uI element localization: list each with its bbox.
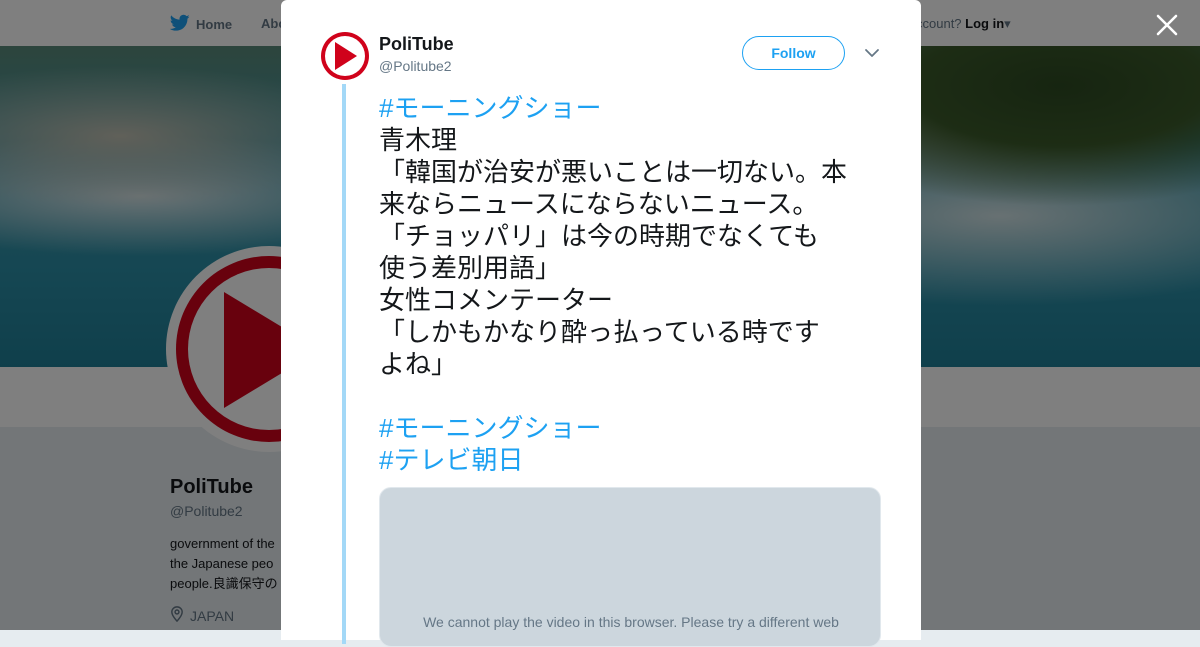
tweet-author-name[interactable]: PoliTube xyxy=(379,34,454,55)
follow-button[interactable]: Follow xyxy=(742,36,845,70)
tweet-text-line: 「韓国が治安が悪いことは一切ない。本 xyxy=(379,157,848,187)
tweet-text-line: 来ならニュースにならないニュース。 xyxy=(379,189,819,219)
tweet-text-line xyxy=(379,380,889,412)
tweet-text-line: 使う差別用語」 xyxy=(379,253,562,283)
video-error-message: We cannot play the video in this browser… xyxy=(423,614,839,630)
tweet-text-line: よね」 xyxy=(379,349,458,379)
tweet-text-line: 「チョッパリ」は今の時期でなくても xyxy=(379,221,819,251)
tweet-text-line: 「しかもかなり酔っ払っている時です xyxy=(379,317,820,347)
chevron-down-icon[interactable] xyxy=(863,44,881,62)
tweet-modal: PoliTube @Politube2 Follow #モーニングショー 青木理「… xyxy=(281,0,921,647)
tweet-avatar[interactable] xyxy=(321,32,369,80)
tweet-author-handle[interactable]: @Politube2 xyxy=(379,58,452,74)
hashtag-link[interactable]: #テレビ朝日 xyxy=(379,444,889,476)
play-icon xyxy=(335,42,357,70)
close-icon[interactable] xyxy=(1152,10,1182,40)
hashtag-link[interactable]: #モーニングショー xyxy=(379,412,889,444)
tweet-text-line: 女性コメンテーター xyxy=(379,285,614,315)
hashtag-link[interactable]: #モーニングショー xyxy=(379,92,889,124)
tweet-text-line: 青木理 xyxy=(379,125,458,155)
thread-line xyxy=(342,84,346,644)
video-player[interactable]: We cannot play the video in this browser… xyxy=(379,487,881,647)
tweet-text: #モーニングショー 青木理 「韓国が治安が悪いことは一切ない。本 来ならニュースになら… xyxy=(379,92,889,476)
